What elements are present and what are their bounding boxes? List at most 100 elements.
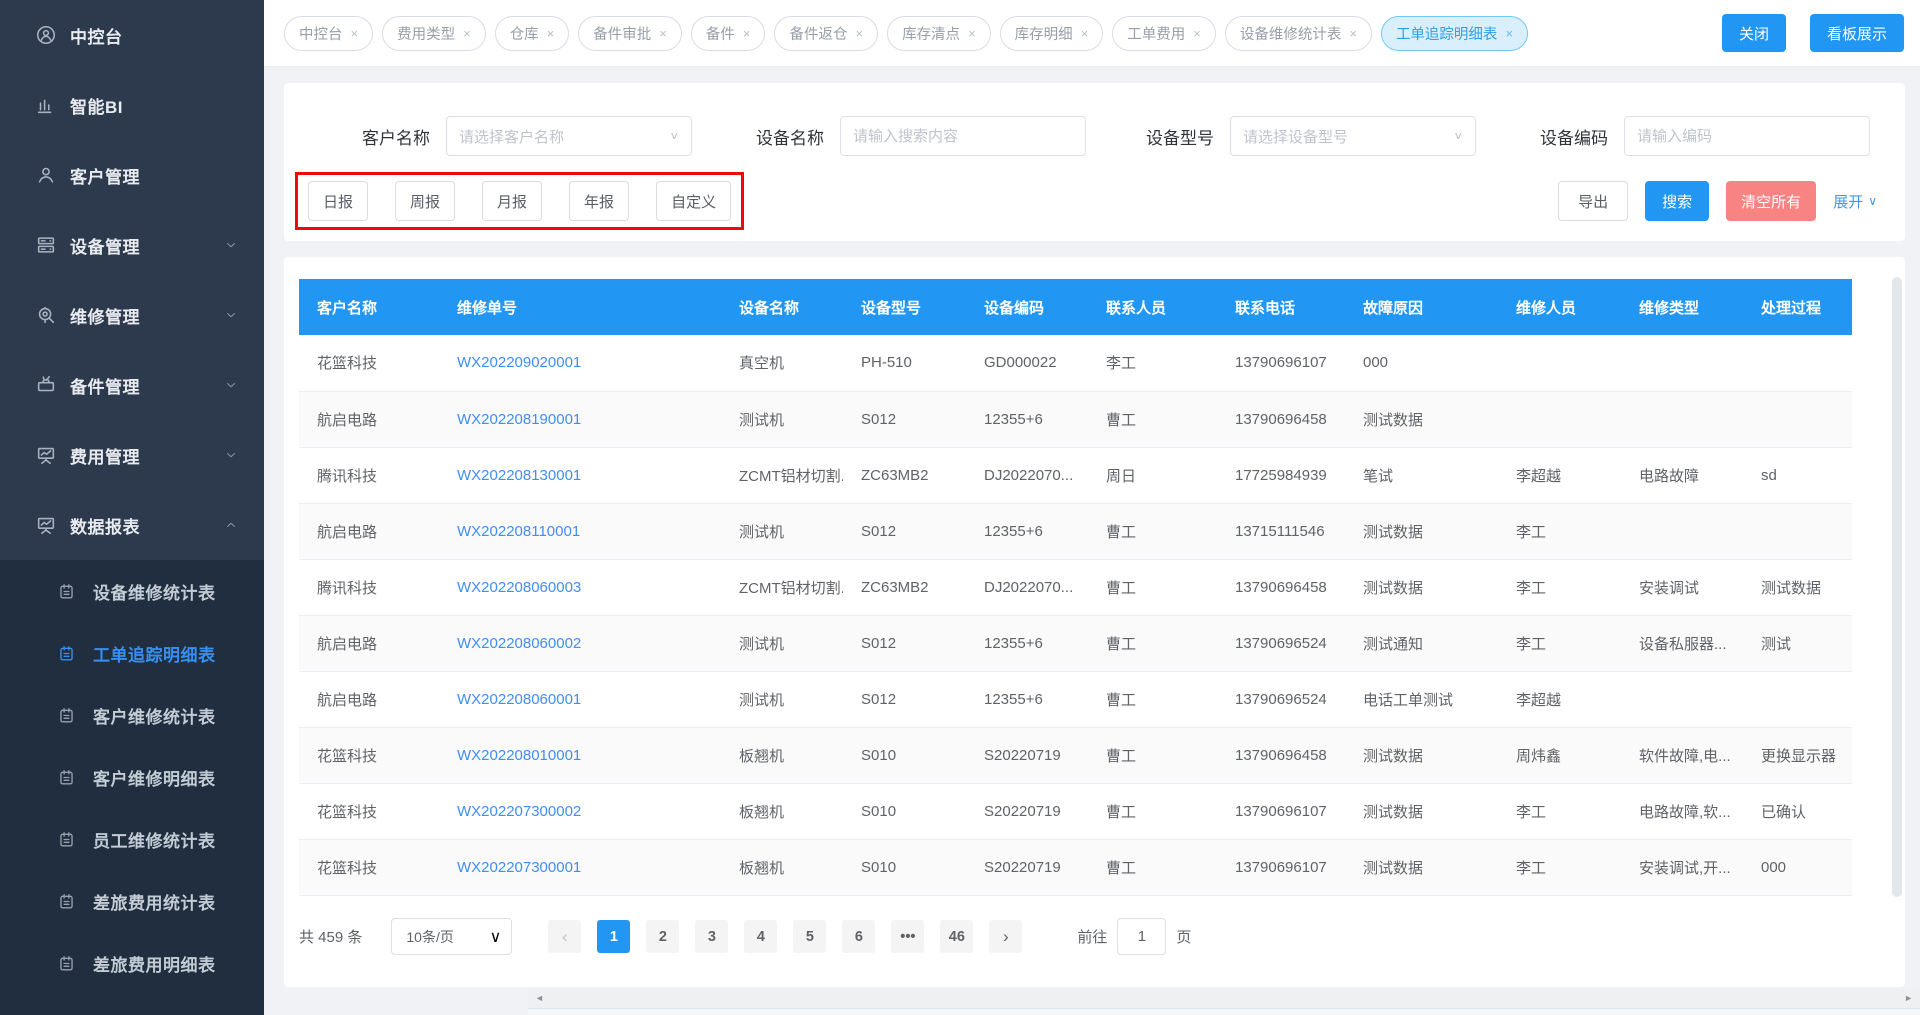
vertical-scrollbar[interactable] [1892,277,1902,897]
text-input[interactable] [853,128,1073,145]
table-cell: 测试数据 [1345,839,1498,895]
filter-input[interactable] [1624,116,1870,156]
filter-group: 客户名称请选择客户名称∨ [362,116,692,156]
table-cell: 曹工 [1088,559,1217,615]
close-tab-icon[interactable]: × [743,26,751,41]
sidebar-item[interactable]: 智能BI [0,70,264,140]
close-tab-icon[interactable]: × [1193,26,1201,41]
page-button[interactable]: 2 [646,920,679,953]
order-number-link[interactable]: WX202207300001 [457,859,581,876]
close-tab-icon[interactable]: × [855,26,863,41]
close-button[interactable]: 关闭 [1722,14,1786,52]
close-tab-icon[interactable]: × [463,26,471,41]
sidebar-subitem-label: 设备维修统计表 [93,579,216,604]
sidebar-subitem[interactable]: 差旅费用明细表 [0,932,264,994]
table-cell: 电路故障,软... [1621,783,1743,839]
tab[interactable]: 工单追踪明细表× [1381,16,1528,51]
more-pages-button[interactable]: ••• [891,920,924,953]
table-cell: 电话工单测试 [1345,671,1498,727]
order-number-link[interactable]: WX202209020001 [457,354,581,371]
order-number-link[interactable]: WX202208010001 [457,747,581,764]
next-page-button[interactable]: › [989,920,1022,953]
close-tab-icon[interactable]: × [659,26,667,41]
export-button[interactable]: 导出 [1558,181,1628,221]
board-display-button[interactable]: 看板展示 [1810,14,1904,52]
tab[interactable]: 备件× [691,16,766,51]
sidebar-item[interactable]: 备件管理 [0,350,264,420]
order-number-link[interactable]: WX202208060003 [457,579,581,596]
scroll-left-icon[interactable]: ◄ [535,989,544,1008]
filter-select[interactable]: 请选择设备型号∨ [1230,116,1476,156]
tab[interactable]: 备件返仓× [774,16,878,51]
table-cell: 花篮科技 [299,783,439,839]
order-number-link[interactable]: WX202208190001 [457,411,581,428]
sidebar-item[interactable]: 维修管理 [0,280,264,350]
close-tab-icon[interactable]: × [1081,26,1089,41]
tab[interactable]: 费用类型× [382,16,486,51]
close-tab-icon[interactable]: × [968,26,976,41]
sidebar-main-items: 中控台智能BI客户管理设备管理维修管理备件管理费用管理数据报表 [0,0,264,560]
prev-page-button[interactable]: ‹ [548,920,581,953]
table-cell: 测试数据 [1743,559,1852,615]
page-button[interactable]: 4 [744,920,777,953]
close-tab-icon[interactable]: × [547,26,555,41]
tab[interactable]: 库存明细× [1000,16,1104,51]
clear-all-button[interactable]: 清空所有 [1726,181,1816,221]
tab[interactable]: 库存清点× [887,16,991,51]
page-button[interactable]: 5 [793,920,826,953]
page-button[interactable]: 3 [695,920,728,953]
sidebar-subitem[interactable]: 员工维修统计表 [0,808,264,870]
close-tab-icon[interactable]: × [351,26,359,41]
chevron-down-icon: ∨ [669,130,679,143]
tabbar-actions: 关闭 看板展示 [1722,14,1904,52]
sidebar-subitem[interactable]: 工单追踪明细表 [0,622,264,684]
report-range-button[interactable]: 自定义 [656,181,731,221]
text-input[interactable] [1637,128,1857,145]
tab[interactable]: 设备维修统计表× [1225,16,1372,51]
order-number-link[interactable]: WX202208110001 [457,523,580,540]
sidebar-item[interactable]: 费用管理 [0,420,264,490]
close-tab-icon[interactable]: × [1505,26,1513,41]
report-range-button[interactable]: 周报 [395,181,455,221]
sidebar-item[interactable]: 设备管理 [0,210,264,280]
tab[interactable]: 仓库× [495,16,570,51]
order-number-cell: WX202208060001 [439,671,721,727]
filter-select[interactable]: 请选择客户名称∨ [446,116,692,156]
table-cell: 李超越 [1498,671,1621,727]
report-range-button[interactable]: 年报 [569,181,629,221]
sidebar-subitem[interactable]: 客户维修明细表 [0,746,264,808]
sidebar-subitem[interactable]: 设备维修统计表 [0,560,264,622]
horizontal-scrollbar[interactable]: ◄ ► [528,989,1920,1008]
scroll-right-icon[interactable]: ► [1904,989,1913,1008]
sidebar-item[interactable]: 数据报表 [0,490,264,560]
search-button[interactable]: 搜索 [1645,181,1709,221]
tab[interactable]: 工单费用× [1112,16,1216,51]
select-placeholder: 请选择客户名称 [459,126,669,147]
tab[interactable]: 备件审批× [578,16,682,51]
close-tab-icon[interactable]: × [1349,26,1357,41]
page-size-select[interactable]: 10条/页 ∨ [391,918,512,955]
column-header: 设备编码 [966,279,1088,335]
order-number-link[interactable]: WX202208060002 [457,635,581,652]
console-icon [35,24,57,46]
goto-page-input[interactable] [1117,918,1166,955]
filter-input[interactable] [840,116,1086,156]
order-number-link[interactable]: WX202207300002 [457,803,581,820]
order-number-link[interactable]: WX202208130001 [457,467,581,484]
expand-toggle[interactable]: 展开∨ [1833,191,1877,212]
table-cell: GD000022 [966,335,1088,391]
table-cell: 花篮科技 [299,839,439,895]
report-range-button[interactable]: 日报 [308,181,368,221]
page-button[interactable]: 6 [842,920,875,953]
table-cell: sd [1743,447,1852,503]
sidebar-item[interactable]: 客户管理 [0,140,264,210]
page-button[interactable]: 46 [940,920,973,953]
sidebar-subitem[interactable]: 差旅费用统计表 [0,870,264,932]
sidebar-item[interactable]: 中控台 [0,0,264,70]
page-button[interactable]: 1 [597,920,630,953]
tab[interactable]: 中控台× [284,16,373,51]
order-number-link[interactable]: WX202208060001 [457,691,581,708]
sidebar-subitem[interactable]: 客户维修统计表 [0,684,264,746]
report-range-button[interactable]: 月报 [482,181,542,221]
filter-actions: 导出 搜索 清空所有 展开∨ [1558,181,1877,221]
